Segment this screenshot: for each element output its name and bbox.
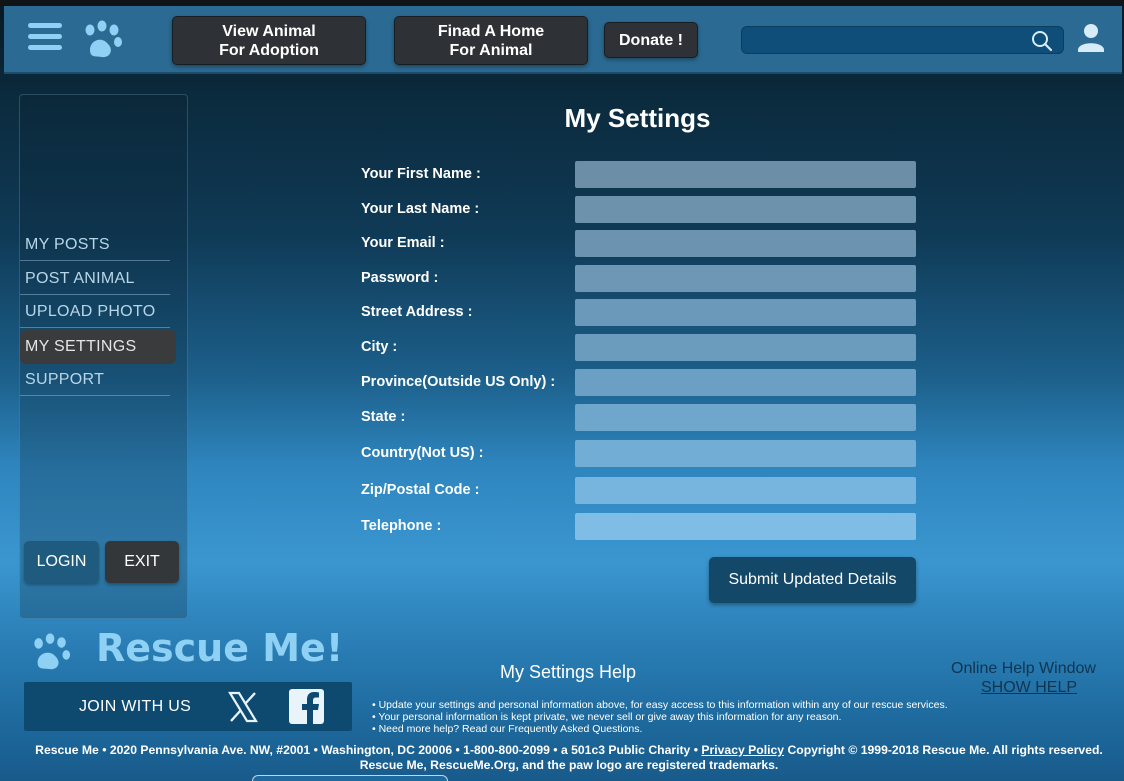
join-with-us-link[interactable]: JOIN WITH US <box>79 698 191 716</box>
street-address-row: Street Address : <box>361 299 921 327</box>
help-item: Update your settings and personal inform… <box>372 699 948 711</box>
hamburger-menu-icon[interactable] <box>28 23 62 57</box>
city-field[interactable] <box>575 334 916 361</box>
find-home-for-animal-button[interactable]: Finad A Home For Animal <box>394 16 588 65</box>
donate-label: Donate ! <box>619 31 683 49</box>
app-window: View Animal For Adoption Finad A Home Fo… <box>0 0 1124 781</box>
country-field[interactable] <box>575 440 916 467</box>
last-name-row: Your Last Name : <box>361 196 921 224</box>
city-label: City : <box>361 339 398 355</box>
search-bar <box>741 26 1064 54</box>
province-label: Province(Outside US Only) : <box>361 374 556 390</box>
help-list: Update your settings and personal inform… <box>372 699 948 735</box>
country-row: Country(Not US) : <box>361 440 921 468</box>
last-name-field[interactable] <box>575 196 916 223</box>
zip-code-label: Zip/Postal Code : <box>361 482 480 498</box>
sidebar-item-upload-photo[interactable]: UPLOAD PHOTO <box>20 298 170 328</box>
telephone-field[interactable] <box>575 513 916 540</box>
street-address-label: Street Address : <box>361 304 473 320</box>
find-home-label: Finad A Home For Animal <box>437 22 545 59</box>
help-item: Need more help? Read our Frequently Aske… <box>372 723 948 735</box>
help-section-title: My Settings Help <box>500 662 637 682</box>
first-name-field[interactable] <box>575 161 916 188</box>
view-animal-for-adoption-button[interactable]: View Animal For Adoption <box>172 16 366 65</box>
telephone-label: Telephone : <box>361 518 442 534</box>
street-address-field[interactable] <box>575 299 916 326</box>
telephone-row: Telephone : <box>361 513 921 541</box>
privacy-policy-link[interactable]: Privacy Policy <box>701 743 784 757</box>
sidebar-item-label: POST ANIMAL <box>25 270 135 287</box>
email-label: Your Email : <box>361 235 445 251</box>
first-name-label: Your First Name : <box>361 166 481 182</box>
login-button[interactable]: LOGIN <box>24 541 99 583</box>
exit-button[interactable]: EXIT <box>105 541 179 583</box>
paw-logo-icon[interactable] <box>80 20 124 60</box>
sidebar-item-post-animal[interactable]: POST ANIMAL <box>20 265 170 295</box>
search-input[interactable] <box>742 27 1022 53</box>
city-row: City : <box>361 334 921 362</box>
submit-label: Submit Updated Details <box>728 571 897 588</box>
paw-logo-icon <box>34 633 71 670</box>
sidebar-item-label: SUPPORT <box>25 371 105 388</box>
exit-label: EXIT <box>124 553 160 570</box>
submit-updated-details-button[interactable]: Submit Updated Details <box>709 557 916 603</box>
header-bar: View Animal For Adoption Finad A Home Fo… <box>4 6 1122 74</box>
page-title: My Settings <box>564 103 711 133</box>
bottom-tab[interactable] <box>252 775 448 781</box>
password-label: Password : <box>361 270 439 286</box>
password-row: Password : <box>361 265 921 293</box>
brand-name: Rescue Me! <box>96 626 344 670</box>
legal-copyright: Copyright © 1999-2018 Rescue Me. All rig… <box>784 743 1103 757</box>
sidebar-item-label: UPLOAD PHOTO <box>25 303 156 320</box>
last-name-label: Your Last Name : <box>361 201 480 217</box>
donate-button[interactable]: Donate ! <box>604 22 698 58</box>
user-account-icon[interactable] <box>1076 22 1106 54</box>
sidebar-item-label: MY SETTINGS <box>25 338 137 355</box>
facebook-icon[interactable] <box>289 689 324 724</box>
zip-code-field[interactable] <box>575 477 916 504</box>
state-row: State : <box>361 404 921 432</box>
zip-code-row: Zip/Postal Code : <box>361 477 921 505</box>
view-animal-label: View Animal For Adoption <box>219 22 319 59</box>
legal-line-2: Rescue Me, RescueMe.Org, and the paw log… <box>359 757 779 772</box>
legal-line-1: Rescue Me • 2020 Pennsylvania Ave. NW, #… <box>0 743 1124 758</box>
province-row: Province(Outside US Only) : <box>361 369 921 397</box>
first-name-row: Your First Name : <box>361 161 921 189</box>
sidebar-item-support[interactable]: SUPPORT <box>20 366 170 396</box>
sidebar: MY POSTS POST ANIMAL UPLOAD PHOTO MY SET… <box>19 94 188 619</box>
help-item: Your personal information is kept privat… <box>372 711 948 723</box>
email-row: Your Email : <box>361 230 921 258</box>
state-label: State : <box>361 409 406 425</box>
password-field[interactable] <box>575 265 916 292</box>
country-label: Country(Not US) : <box>361 445 484 461</box>
join-bar: JOIN WITH US <box>24 682 352 731</box>
show-help-link[interactable]: SHOW HELP <box>981 679 1077 697</box>
x-twitter-icon[interactable] <box>227 691 259 723</box>
legal-footer: Rescue Me • 2020 Pennsylvania Ave. NW, #… <box>0 743 1124 772</box>
search-icon[interactable] <box>1031 30 1053 52</box>
sidebar-item-label: MY POSTS <box>25 236 110 253</box>
province-field[interactable] <box>575 369 916 396</box>
sidebar-item-my-settings[interactable]: MY SETTINGS <box>20 330 176 364</box>
state-field[interactable] <box>575 404 916 431</box>
login-label: LOGIN <box>36 553 87 570</box>
email-field[interactable] <box>575 230 916 257</box>
legal-address: Rescue Me • 2020 Pennsylvania Ave. NW, #… <box>35 743 702 757</box>
sidebar-item-my-posts[interactable]: MY POSTS <box>20 231 170 261</box>
online-help-window-label: Online Help Window <box>951 660 1096 677</box>
